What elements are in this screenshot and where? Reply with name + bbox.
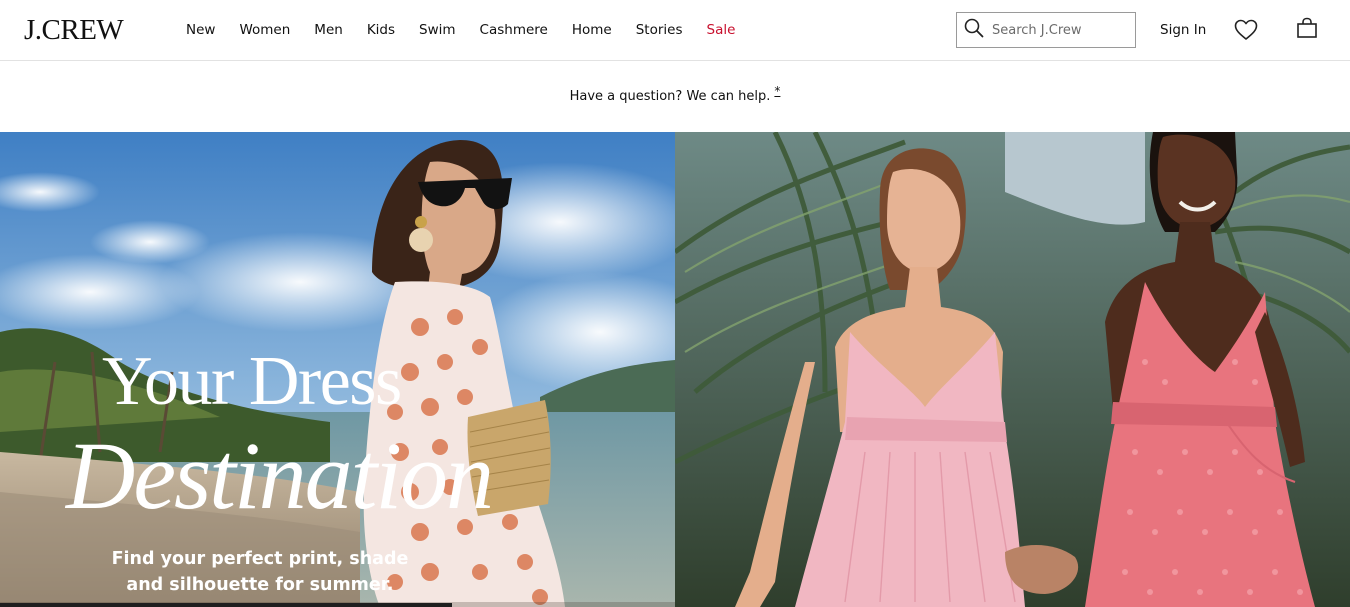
wishlist-button[interactable] [1232,19,1260,45]
nav-item-cashmere[interactable]: Cashmere [480,22,548,38]
hero-banner: Your Dress Destination Find your perfect… [0,132,1350,607]
search-input[interactable] [992,22,1132,38]
sign-in-link[interactable]: Sign In [1160,22,1206,38]
hero-title-line1: Your Dress [102,343,402,420]
shopping-bag-button[interactable] [1294,17,1320,43]
hero-title-line2: Destination [66,422,494,529]
nav-item-men[interactable]: Men [314,22,343,38]
main-nav: New Women Men Kids Swim Cashmere Home St… [186,0,759,60]
help-link[interactable]: Have a question? We can help. [570,89,771,104]
hero-subtitle: Find your perfect print, shade and silho… [111,549,409,595]
hero-image-beach[interactable]: Your Dress Destination Find your perfect… [0,132,675,607]
nav-item-stories[interactable]: Stories [636,22,683,38]
nav-item-home[interactable]: Home [572,22,612,38]
footnote-marker[interactable]: * [774,84,780,98]
shopping-bag-icon [1296,17,1318,44]
search-icon[interactable] [964,18,984,43]
heart-icon [1234,19,1258,46]
search-box[interactable] [956,12,1136,48]
nav-item-sale[interactable]: Sale [707,22,736,38]
hero-image-dresses[interactable] [675,132,1350,607]
promo-bar: Have a question? We can help. * [0,61,1350,132]
nav-item-kids[interactable]: Kids [367,22,395,38]
hero-cta-button[interactable] [0,603,452,607]
nav-item-women[interactable]: Women [239,22,290,38]
jcrew-logo[interactable]: J.CREW [24,14,124,46]
nav-item-swim[interactable]: Swim [419,22,456,38]
nav-item-new[interactable]: New [186,22,215,38]
site-header: J.CREW New Women Men Kids Swim Cashmere … [0,0,1350,61]
